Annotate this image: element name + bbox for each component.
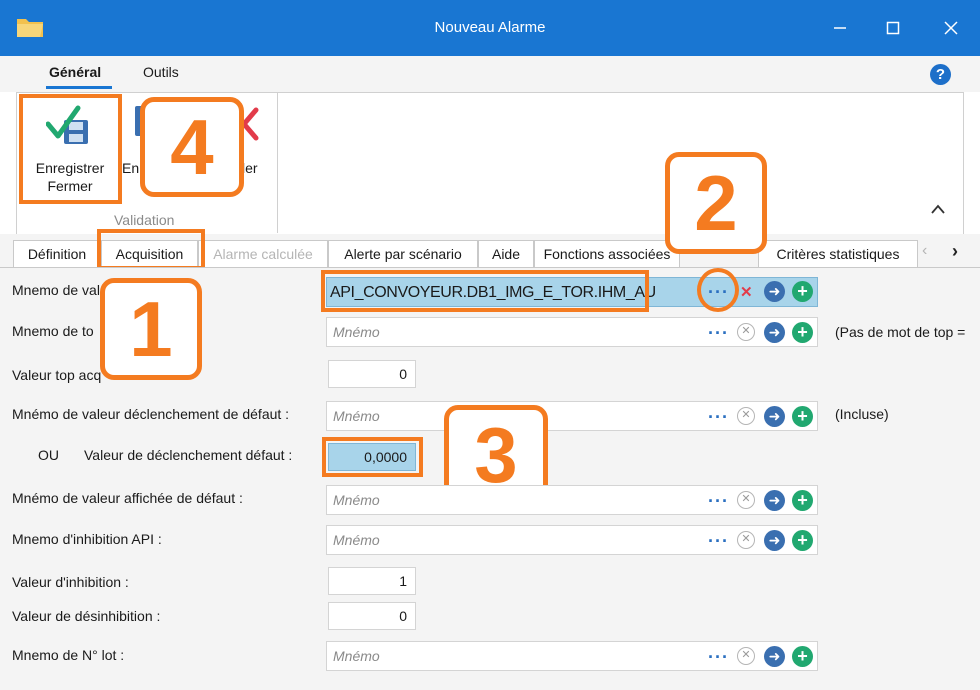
clear-x-icon[interactable]: ✕ [737,323,755,341]
goto-arrow-icon[interactable]: ➜ [764,406,785,427]
maximize-icon[interactable] [868,0,918,56]
goto-arrow-icon[interactable]: ➜ [764,322,785,343]
add-plus-icon[interactable]: + [792,490,813,511]
add-plus-icon[interactable]: + [792,646,813,667]
valeur-desinhib-label: Valeur de désinhibition : [12,608,161,624]
minimize-icon[interactable] [815,0,865,56]
clear-x-icon[interactable]: ✕ [737,491,755,509]
callout-4: 4 [140,97,244,197]
ribbon-tab-outils[interactable]: Outils [143,64,179,80]
mnemo-top-label: Mnemo de to [12,323,94,339]
add-plus-icon[interactable]: + [792,530,813,551]
tab-scroll-left-icon[interactable]: ‹ [922,242,927,260]
clear-x-icon[interactable]: ✕ [737,647,755,665]
valeur-desinhib-input[interactable]: 0 [328,602,416,630]
mnemo-decl-label: Mnémo de valeur déclenchement de défaut … [12,406,290,422]
mnemo-decl-note: (Incluse) [835,406,889,422]
mnemo-decl-placeholder: Mnémo [333,408,380,424]
tab-fonctions-associees[interactable]: Fonctions associées [534,240,680,267]
tab-scroll-right-icon[interactable]: › [952,241,958,262]
valeur-inhib-label: Valeur d'inhibition : [12,574,129,590]
browse-dots-icon[interactable]: ··· [708,492,729,510]
browse-dots-icon[interactable]: ··· [708,408,729,426]
ribbon-tab-bar: Général Outils ? [0,56,980,92]
cancel-label: ler [242,160,258,176]
valeur-inhib-input[interactable]: 1 [328,567,416,595]
save-close-highlight [19,94,122,204]
mnemo-aff-placeholder: Mnémo [333,492,380,508]
ou-label: OU [38,447,59,463]
browse-dots-icon[interactable]: ··· [708,324,729,342]
title-bar: Nouveau Alarme [0,0,980,56]
valeur-decl-label: Valeur de déclenchement défaut : [84,447,293,463]
callout-2: 2 [665,152,767,254]
callout-1: 1 [100,278,202,380]
goto-arrow-icon[interactable]: ➜ [764,490,785,511]
clear-x-icon[interactable]: ✕ [737,407,755,425]
mnemo-valeur-highlight [321,270,649,312]
tab-definition[interactable]: Définition [13,240,101,267]
tab-acquisition-highlight [97,229,205,270]
ribbon-tab-general[interactable]: Général [49,64,101,80]
mnemo-inhib-label: Mnemo d'inhibition API : [12,531,162,547]
collapse-ribbon-icon[interactable] [930,202,946,218]
mnemo-lot-placeholder: Mnémo [333,648,380,664]
ribbon-tab-active-underline [46,86,112,89]
callout-2-ring [697,268,739,312]
add-plus-icon[interactable]: + [792,281,813,302]
mnemo-aff-label: Mnémo de valeur affichée de défaut : [12,490,243,506]
goto-arrow-icon[interactable]: ➜ [764,281,785,302]
mnemo-valeur-label: Mnemo de val [12,282,100,298]
mnemo-top-note: (Pas de mot de top = [835,324,966,340]
add-plus-icon[interactable]: + [792,322,813,343]
clear-red-x-icon[interactable]: ✕ [740,283,753,301]
browse-dots-icon[interactable]: ··· [708,532,729,550]
close-icon[interactable] [926,0,976,56]
valeur-top-label: Valeur top acq [12,367,102,383]
tab-alarme-calculee[interactable]: Alarme calculée [198,240,328,267]
ribbon-group-label: Validation [114,212,175,228]
browse-dots-icon[interactable]: ··· [708,648,729,666]
goto-arrow-icon[interactable]: ➜ [764,530,785,551]
clear-x-icon[interactable]: ✕ [737,531,755,549]
valeur-decl-highlight [322,437,423,477]
tab-aide[interactable]: Aide [478,240,534,267]
goto-arrow-icon[interactable]: ➜ [764,646,785,667]
tab-alerte-scenario[interactable]: Alerte par scénario [328,240,478,267]
mnemo-inhib-placeholder: Mnémo [333,532,380,548]
ribbon-group-divider [277,93,278,233]
valeur-top-input[interactable]: 0 [328,360,416,388]
help-icon[interactable]: ? [930,64,951,85]
mnemo-lot-label: Mnemo de N° lot : [12,647,125,663]
mnemo-top-placeholder: Mnémo [333,324,380,340]
tab-criteres-statistiques[interactable]: Critères statistiques [758,240,918,267]
add-plus-icon[interactable]: + [792,406,813,427]
